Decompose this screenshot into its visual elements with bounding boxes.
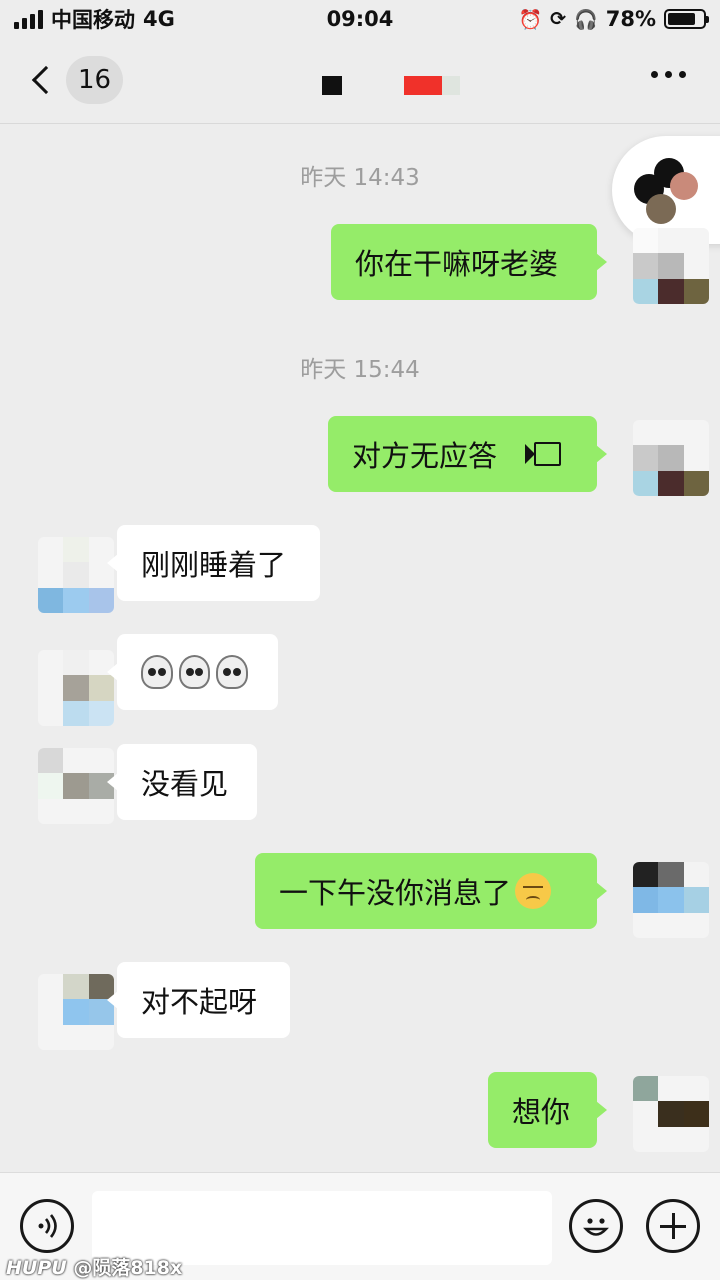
unread-count-badge: 16 bbox=[66, 56, 124, 104]
watermark-brand: HUPU bbox=[6, 1257, 67, 1279]
skull-emoji-icon bbox=[178, 655, 211, 689]
my-message-bubble[interactable]: 想你 bbox=[488, 1072, 607, 1148]
chevron-left-icon bbox=[31, 65, 61, 95]
contact-message-bubble[interactable]: 对不起呀 bbox=[107, 962, 290, 1038]
skull-emoji-icon bbox=[216, 655, 249, 689]
battery-percent: 78% bbox=[605, 7, 656, 31]
timestamp: 昨天 14:43 bbox=[300, 165, 420, 191]
carrier-label: 中国移动 bbox=[51, 8, 135, 32]
alarm-icon: ⏰ bbox=[518, 8, 543, 31]
rotation-lock-icon: ⟳ bbox=[550, 8, 567, 30]
network-label: 4G bbox=[143, 7, 175, 31]
more-options-button[interactable] bbox=[651, 71, 686, 78]
status-left: 中国移动 4G bbox=[14, 4, 175, 34]
my-avatar[interactable] bbox=[633, 228, 709, 304]
my-avatar[interactable] bbox=[633, 1076, 709, 1152]
message-text: 一下午没你消息了 bbox=[279, 876, 512, 910]
watermark: HUPU @陨落818x bbox=[6, 1253, 182, 1280]
chat-title-redacted bbox=[322, 76, 460, 95]
chat-header: 16 bbox=[0, 38, 720, 124]
contact-avatar[interactable] bbox=[38, 537, 114, 613]
contact-message-bubble[interactable]: 刚刚睡着了 bbox=[107, 525, 320, 601]
video-call-icon bbox=[525, 442, 562, 466]
my-avatar[interactable] bbox=[633, 420, 709, 496]
contact-emoji-bubble[interactable] bbox=[107, 634, 278, 710]
skull-emoji-icon bbox=[141, 655, 173, 689]
contact-avatar[interactable] bbox=[38, 974, 114, 1050]
more-functions-button[interactable] bbox=[646, 1199, 700, 1253]
back-button[interactable]: 16 bbox=[28, 56, 124, 104]
contact-avatar[interactable] bbox=[38, 650, 114, 726]
battery-icon bbox=[664, 9, 709, 29]
my-avatar[interactable] bbox=[633, 862, 709, 938]
contact-avatar[interactable] bbox=[38, 748, 114, 824]
emoji-icon bbox=[583, 1218, 609, 1236]
call-status-text: 对方无应答 bbox=[352, 439, 498, 473]
headphones-icon: 🎧 bbox=[574, 8, 598, 31]
voice-input-icon bbox=[38, 1214, 57, 1238]
watermark-user: @陨落818x bbox=[73, 1257, 183, 1279]
emoji-button[interactable] bbox=[569, 1199, 623, 1253]
contact-message-bubble[interactable]: 没看见 bbox=[107, 744, 257, 820]
status-right: ⏰ ⟳ 🎧 78% bbox=[518, 7, 709, 31]
pensive-face-emoji-icon bbox=[515, 873, 552, 909]
signal-icon bbox=[14, 9, 43, 29]
status-bar: 中国移动 4G 09:04 ⏰ ⟳ 🎧 78% bbox=[0, 0, 720, 38]
voice-input-button[interactable] bbox=[20, 1199, 74, 1253]
my-message-bubble[interactable]: 你在干嘛呀老婆 bbox=[331, 224, 607, 300]
voice-call-unanswered-bubble[interactable]: 对方无应答 bbox=[328, 416, 607, 492]
more-dots-icon bbox=[651, 71, 658, 78]
my-message-bubble[interactable]: 一下午没你消息了 bbox=[255, 853, 607, 929]
timestamp: 昨天 15:44 bbox=[300, 357, 420, 383]
